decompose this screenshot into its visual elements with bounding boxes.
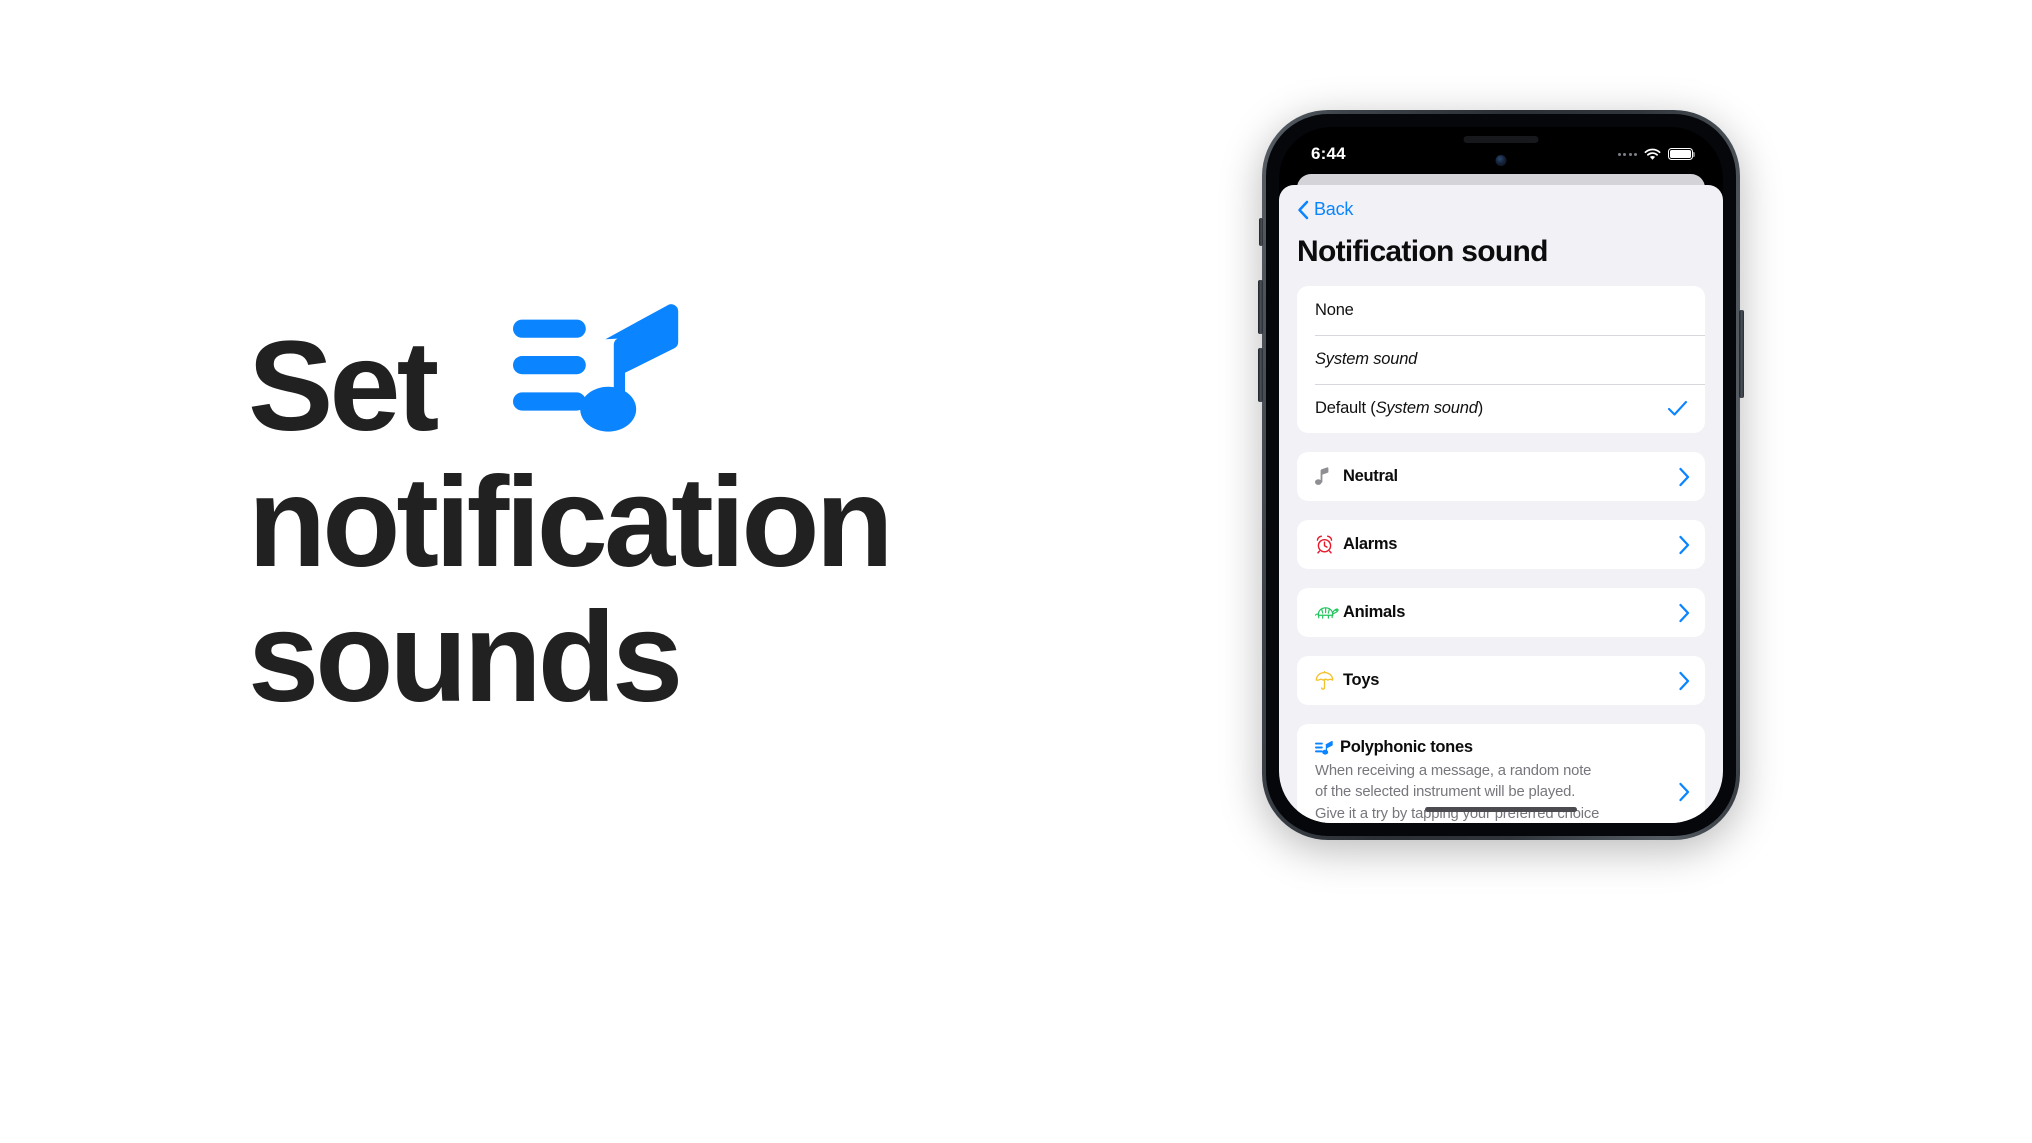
- silence-switch-button[interactable]: [1259, 218, 1263, 246]
- sound-option-label: None: [1315, 301, 1354, 319]
- category-label: Toys: [1343, 671, 1380, 689]
- sound-option-none[interactable]: None: [1297, 286, 1705, 335]
- chevron-right-icon: [1678, 467, 1690, 487]
- category-label: Animals: [1343, 603, 1406, 621]
- sheet-scroll-area[interactable]: None System sound Default (System sound): [1279, 269, 1723, 823]
- headline-line-2: notification: [248, 450, 894, 594]
- turtle-icon: [1315, 604, 1339, 621]
- category-row-alarms[interactable]: Alarms: [1297, 520, 1705, 569]
- polyphonic-tones-header: Polyphonic tones: [1315, 738, 1668, 757]
- phone-screen: 6:44 Back Notification sound None System…: [1279, 127, 1723, 823]
- chevron-right-icon: [1678, 671, 1690, 691]
- headline-word-set: Set: [248, 315, 439, 458]
- headline-line-1: Set: [248, 300, 1068, 455]
- category-card-animals[interactable]: Animals: [1297, 588, 1705, 637]
- sound-options-card: None System sound Default (System sound): [1297, 286, 1705, 433]
- power-button[interactable]: [1739, 310, 1744, 398]
- category-card-alarms[interactable]: Alarms: [1297, 520, 1705, 569]
- umbrella-icon: [1315, 670, 1339, 691]
- sheet-title: Notification sound: [1297, 235, 1548, 268]
- chevron-left-icon: [1297, 200, 1309, 220]
- headline-line-3: sounds: [248, 586, 683, 730]
- status-bar-indicators: [1617, 148, 1696, 161]
- battery-full-icon: [1668, 148, 1696, 160]
- category-card-neutral[interactable]: Neutral: [1297, 452, 1705, 501]
- page-title: Set notification sounds: [248, 300, 1068, 726]
- chevron-right-icon: [1678, 782, 1690, 802]
- category-card-toys[interactable]: Toys: [1297, 656, 1705, 705]
- screenshot-root: Set notification sounds 6:44 Back Notifi…: [0, 0, 2032, 1143]
- chevron-right-icon: [1678, 535, 1690, 555]
- notification-sound-sheet: Back Notification sound None System soun: [1279, 185, 1723, 823]
- status-bar-time: 6:44: [1311, 144, 1346, 163]
- sound-option-default[interactable]: Default (System sound): [1297, 384, 1705, 433]
- wifi-icon: [1644, 148, 1661, 161]
- sound-option-label: Default (System sound): [1315, 399, 1484, 417]
- checkmark-icon: [1667, 400, 1688, 417]
- sound-option-label: System sound: [1315, 350, 1418, 368]
- phone-bezel: 6:44 Back Notification sound None System…: [1266, 114, 1736, 836]
- front-camera-icon: [1495, 155, 1507, 166]
- volume-up-button[interactable]: [1258, 280, 1263, 334]
- polyphonic-tones-title: Polyphonic tones: [1340, 738, 1473, 756]
- phone-mockup: 6:44 Back Notification sound None System…: [1258, 110, 1744, 840]
- playlist-music-note-icon: [512, 300, 681, 440]
- status-bar: 6:44: [1279, 127, 1723, 175]
- category-label: Neutral: [1343, 467, 1398, 485]
- speaker-grille: [1463, 136, 1539, 143]
- sound-option-system-sound[interactable]: System sound: [1297, 335, 1705, 384]
- playlist-music-note-icon: [1315, 740, 1333, 756]
- category-row-animals[interactable]: Animals: [1297, 588, 1705, 637]
- category-row-toys[interactable]: Toys: [1297, 656, 1705, 705]
- category-label: Alarms: [1343, 535, 1398, 553]
- music-note-icon: [1315, 467, 1339, 486]
- back-button[interactable]: Back: [1279, 185, 1723, 220]
- volume-down-button[interactable]: [1258, 348, 1263, 402]
- category-row-neutral[interactable]: Neutral: [1297, 452, 1705, 501]
- home-indicator[interactable]: [1425, 807, 1577, 812]
- chevron-right-icon: [1678, 603, 1690, 623]
- alarm-clock-icon: [1315, 535, 1339, 554]
- polyphonic-tones-description: When receiving a message, a random note …: [1315, 763, 1600, 822]
- phone-frame: 6:44 Back Notification sound None System…: [1258, 110, 1744, 840]
- back-button-label: Back: [1314, 199, 1354, 219]
- cellular-signal-dots-icon: [1617, 152, 1637, 156]
